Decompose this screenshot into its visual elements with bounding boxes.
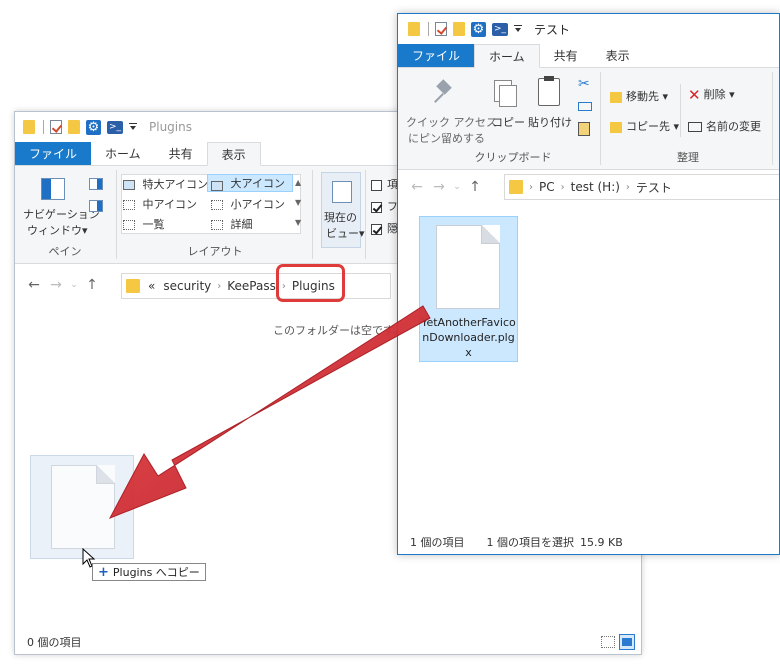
- red-arrow: [108, 305, 431, 519]
- arrow-shape: [108, 305, 431, 519]
